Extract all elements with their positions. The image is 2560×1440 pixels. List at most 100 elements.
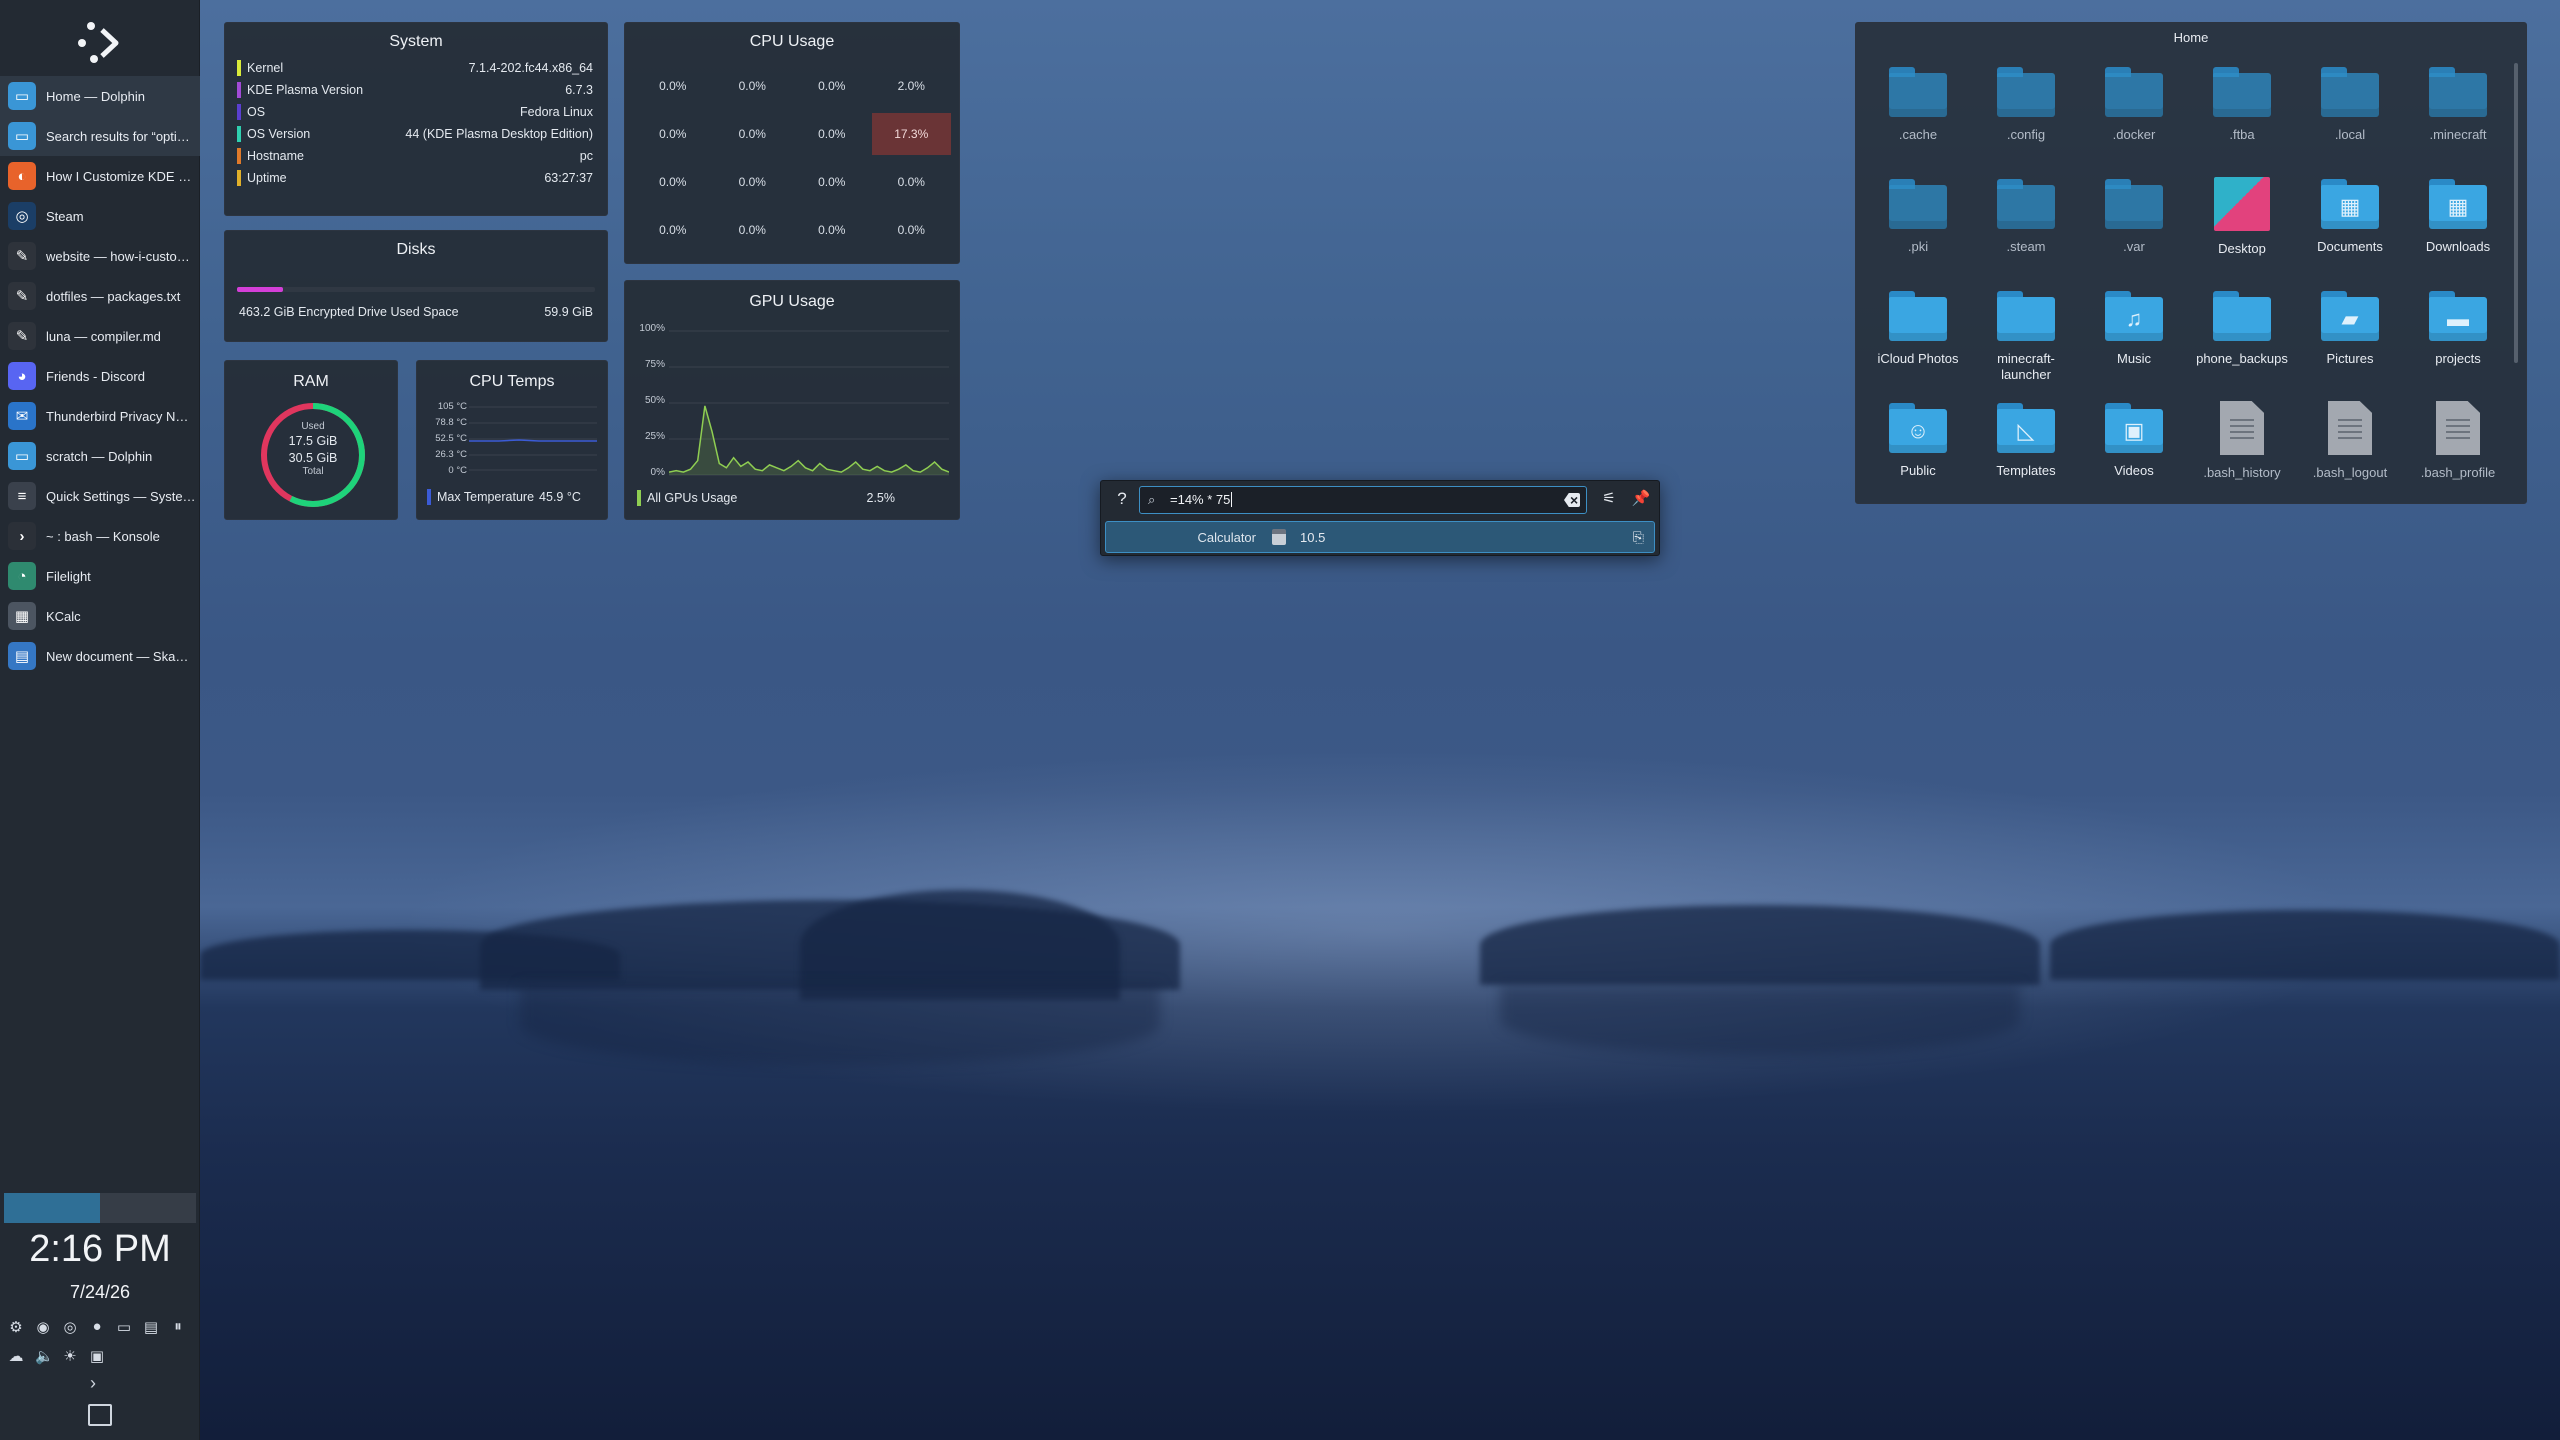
folder-item[interactable]: .config [1972,63,2080,175]
help-icon[interactable]: ? [1111,489,1133,511]
clipboard-icon[interactable]: ▤ [143,1318,159,1336]
pin-icon[interactable]: 📌 [1629,489,1653,511]
krunner-result-row[interactable]: Calculator 10.5 ⎘ [1105,521,1655,553]
brightness-icon[interactable]: ☀ [62,1347,78,1365]
text-file-icon [2328,401,2372,455]
task-item[interactable]: ▦ KCalc [0,596,200,636]
network-icon[interactable]: ☁ [8,1347,24,1365]
folder-item[interactable]: ☺ Public [1864,399,1972,511]
steam-tray-icon[interactable]: ◎ [62,1318,78,1336]
tray-expand-chevron-icon[interactable]: › [90,1373,96,1394]
folder-item[interactable]: Desktop [2188,175,2296,287]
public-folder-icon: ☺ [1889,403,1947,453]
downloads-folder-icon: ▦ [2429,179,2487,229]
ram-used-value: 17.5 GiB [288,434,338,448]
discord-tray-icon[interactable]: ◉ [35,1318,51,1336]
folder-item[interactable]: .bash_history [2188,399,2296,511]
virtual-desktop-1[interactable] [4,1193,100,1223]
clock-time[interactable]: 2:16 PM [0,1228,200,1271]
task-item[interactable]: ◐ How I Customize KDE … [0,156,200,196]
folder-item[interactable]: .var [2080,175,2188,287]
gpu-legend-label: All GPUs Usage [647,491,738,505]
discord-icon: ◕ [8,362,36,390]
folder-item-label: Videos [2114,463,2154,478]
folder-item[interactable]: ▣ Videos [2080,399,2188,511]
folder-item[interactable]: .pki [1864,175,1972,287]
task-item[interactable]: ✎ dotfiles — packages.txt [0,276,200,316]
task-item[interactable]: ◔ Filelight [0,556,200,596]
folder-item-label: projects [2435,351,2481,366]
folder-item-label: .bash_logout [2312,465,2388,480]
krunner-search-input[interactable]: ⌕ =14% * 75 [1139,486,1587,514]
dolphin-icon: ▭ [8,442,36,470]
folder-item[interactable]: ▦ Documents [2296,175,2404,287]
show-desktop-icon[interactable] [88,1404,112,1426]
folder-item-label: .var [2123,239,2145,254]
virtual-desktop-2[interactable] [100,1193,196,1223]
folder-item[interactable]: ♫ Music [2080,287,2188,399]
ram-widget: RAM Used 17.5 GiB 30.5 GiB Total [224,360,398,520]
task-item[interactable]: ▭ Search results for “opti… [0,116,200,156]
folder-item[interactable]: ▬ projects [2404,287,2512,399]
result-value: 10.5 [1300,529,1326,545]
plasma-launcher-icon[interactable] [68,12,132,76]
task-item[interactable]: ◕ Friends - Discord [0,356,200,396]
folder-item-label: .ftba [2229,127,2255,142]
folder-item[interactable]: .bash_logout [2296,399,2404,511]
task-item[interactable]: ◎ Steam [0,196,200,236]
folder-icon [2213,291,2271,341]
cpu-temps-chart [469,406,597,471]
folder-icon [1889,179,1947,229]
folder-item[interactable]: .steam [1972,175,2080,287]
folder-item[interactable]: .bash_profile [2404,399,2512,511]
documents-folder-icon: ▦ [2321,179,2379,229]
folder-grid: .cache .config .docker .ftba .local .minecraf… [1864,63,2512,511]
firefox-icon: ◐ [8,162,36,190]
task-item[interactable]: ▭ scratch — Dolphin [0,436,200,476]
media-pause-icon[interactable]: ⏸ [170,1318,186,1336]
folder-scrollbar[interactable] [2514,63,2518,363]
cpu-core-usage: 0.0% [818,175,846,189]
row-color-swatch [237,104,241,120]
krunner-query: =14% * 75 [1170,492,1231,507]
system-settings-icon: ≡ [8,482,36,510]
volume-icon[interactable]: 🔈 [35,1347,54,1365]
folder-item-label: Pictures [2326,351,2374,366]
folder-item[interactable]: ▦ Downloads [2404,175,2512,287]
system-info-label: Hostname [247,149,304,163]
folder-item[interactable]: .cache [1864,63,1972,175]
task-item[interactable]: ✎ website — how-i-custo… [0,236,200,276]
folder-icon [1997,291,2055,341]
klipper-icon[interactable]: ⚙ [8,1318,24,1336]
folder-item[interactable]: .local [2296,63,2404,175]
terminal-tray-icon[interactable]: ▭ [116,1318,132,1336]
task-item[interactable]: › ~ : bash — Konsole [0,516,200,556]
task-item[interactable]: ▭ Home — Dolphin [0,76,200,116]
system-info-value: 44 (KDE Plasma Desktop Edition) [405,127,593,141]
system-info-value: 6.7.3 [565,83,593,97]
system-tray-row-2: ☁ 🔈 ☀ ▣ [8,1347,192,1365]
folder-item[interactable]: minecraft-launcher [1972,287,2080,399]
task-item[interactable]: ≡ Quick Settings — Syste… [0,476,200,516]
filelight-tray-icon[interactable]: ● [89,1318,105,1336]
folder-item[interactable]: iCloud Photos [1864,287,1972,399]
folder-item[interactable]: phone_backups [2188,287,2296,399]
copy-icon[interactable]: ⎘ [1633,529,1644,546]
folder-item-label: Desktop [2218,241,2266,256]
folder-item[interactable]: ◺ Templates [1972,399,2080,511]
clear-text-icon[interactable] [1564,493,1580,507]
folder-item[interactable]: ▰ Pictures [2296,287,2404,399]
axis-tick-label: 50% [644,395,665,406]
task-item[interactable]: ✉ Thunderbird Privacy N… [0,396,200,436]
folder-item-label: Downloads [2425,239,2491,254]
folder-item[interactable]: .ftba [2188,63,2296,175]
folder-item[interactable]: .minecraft [2404,63,2512,175]
task-item[interactable]: ▤ New document — Ska… [0,636,200,676]
folder-item-label: .pki [1907,239,1929,254]
folder-item[interactable]: .docker [2080,63,2188,175]
folder-view-title: Home [2173,30,2209,45]
configure-icon[interactable]: ⚟ [1597,489,1621,511]
task-label: Search results for “opti… [46,128,190,144]
display-icon[interactable]: ▣ [89,1347,105,1365]
task-item[interactable]: ✎ luna — compiler.md [0,316,200,356]
